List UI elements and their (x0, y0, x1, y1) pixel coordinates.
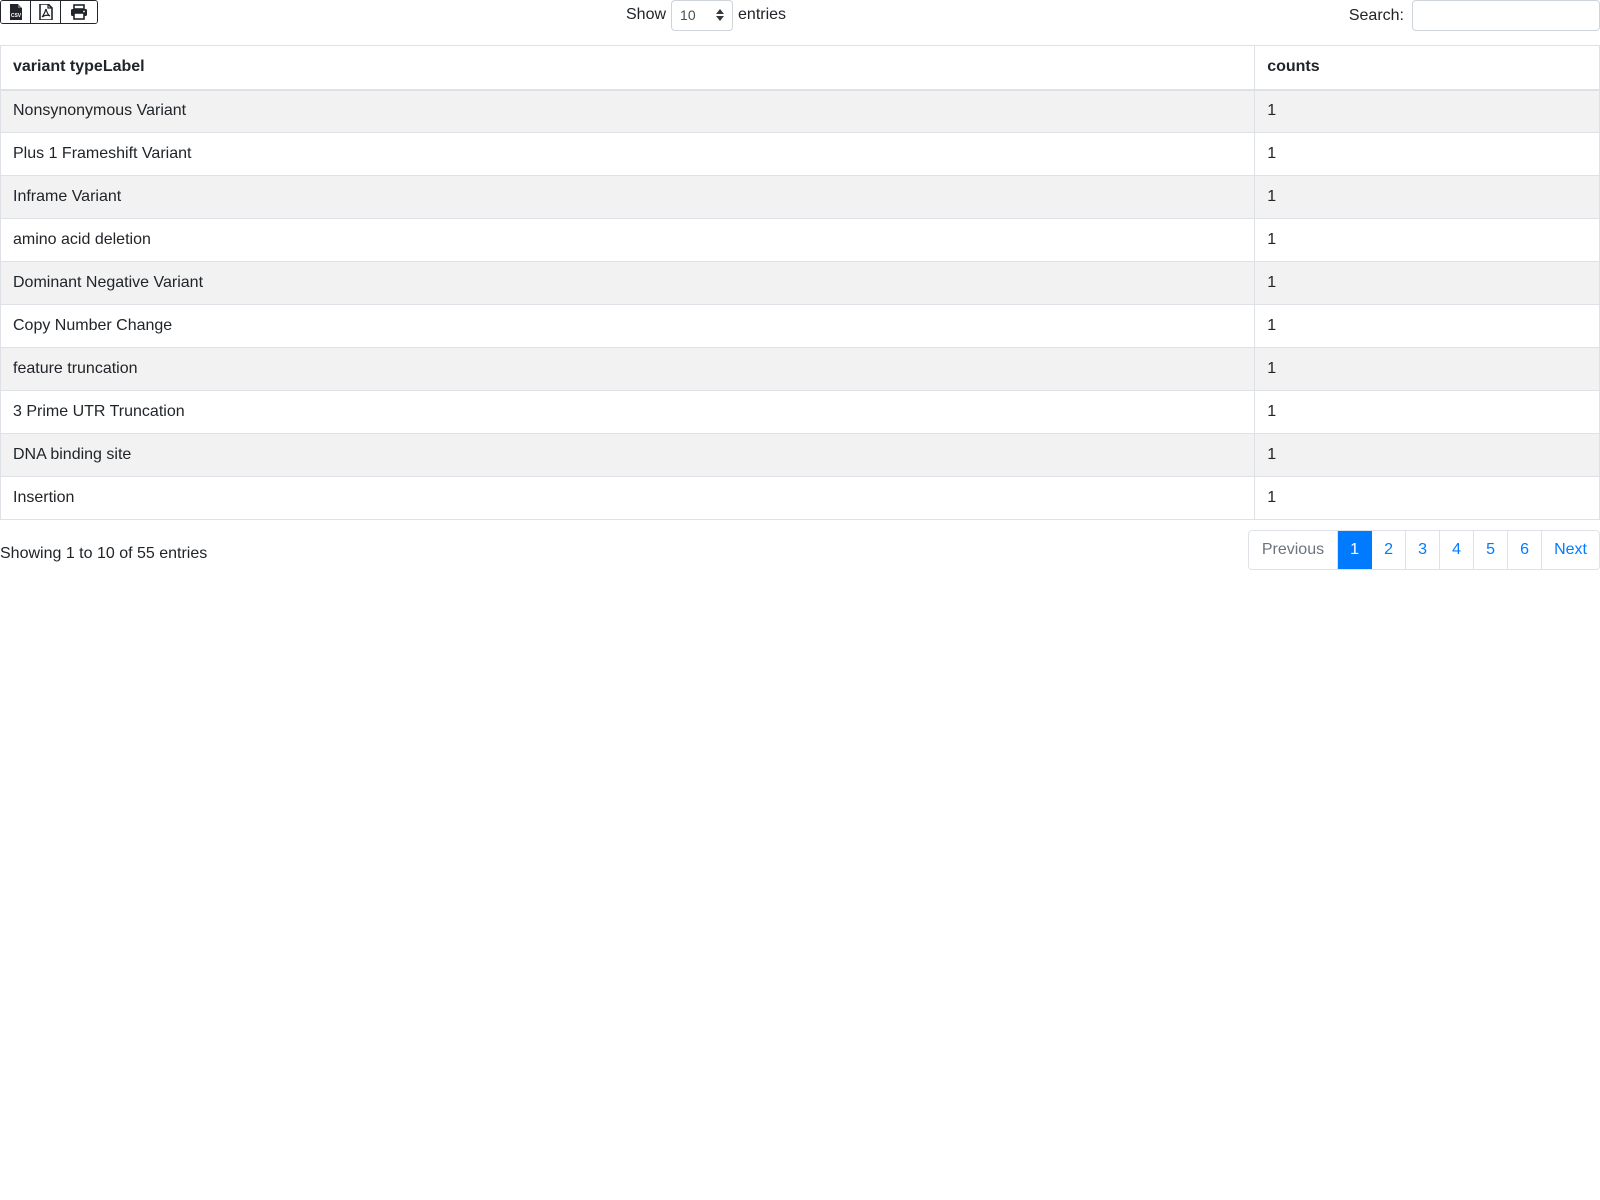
cell-count: 1 (1254, 476, 1600, 520)
table-info: Showing 1 to 10 of 55 entries (0, 545, 208, 562)
cell-variant-type: DNA binding site (0, 433, 1256, 477)
table-header-row: variant typeLabel counts (0, 45, 1600, 91)
cell-variant-type: feature truncation (0, 347, 1256, 391)
cell-count: 1 (1254, 347, 1600, 391)
cell-count: 1 (1254, 218, 1600, 262)
pagination-page-3[interactable]: 3 (1406, 531, 1441, 569)
show-label: Show (626, 6, 667, 23)
table-row: Insertion 1 (0, 476, 1600, 520)
cell-variant-type: 3 Prime UTR Truncation (0, 390, 1256, 434)
select-arrows-icon (716, 9, 725, 21)
pagination: Previous 1 2 3 4 5 6 Next (1247, 530, 1600, 570)
table-row: Plus 1 Frameshift Variant 1 (0, 132, 1600, 176)
cell-variant-type: Nonsynonymous Variant (0, 89, 1256, 133)
print-icon (71, 4, 87, 20)
cell-variant-type: Dominant Negative Variant (0, 261, 1256, 305)
column-header-counts[interactable]: counts (1254, 45, 1600, 91)
table-row: Inframe Variant 1 (0, 175, 1600, 219)
cell-count: 1 (1254, 261, 1600, 305)
pagination-page-1[interactable]: 1 (1338, 531, 1373, 569)
table-row: 3 Prime UTR Truncation 1 (0, 390, 1600, 434)
table-row: Nonsynonymous Variant 1 (0, 89, 1600, 133)
csv-file-icon: CSV (9, 4, 22, 20)
pagination-previous-button[interactable]: Previous (1248, 531, 1339, 569)
cell-count: 1 (1254, 390, 1600, 434)
table-row: amino acid deletion 1 (0, 218, 1600, 262)
pdf-file-icon (38, 4, 53, 20)
search-input[interactable] (1412, 0, 1600, 31)
data-table: variant typeLabel counts Nonsynonymous V… (0, 45, 1600, 520)
page-length-select[interactable]: 10 (671, 0, 734, 31)
pagination-page-2[interactable]: 2 (1372, 531, 1407, 569)
column-header-variant-type-label[interactable]: variant typeLabel (0, 45, 1256, 91)
export-button-group: CSV (0, 0, 98, 24)
csv-badge: CSV (10, 13, 21, 19)
table-row: Dominant Negative Variant 1 (0, 261, 1600, 305)
pagination-next-button[interactable]: Next (1542, 531, 1599, 569)
page-length-value: 10 (680, 7, 696, 23)
pagination-page-6[interactable]: 6 (1508, 531, 1543, 569)
export-pdf-button[interactable] (31, 1, 61, 23)
cell-variant-type: amino acid deletion (0, 218, 1256, 262)
export-csv-button[interactable]: CSV (1, 1, 31, 23)
cell-variant-type: Inframe Variant (0, 175, 1256, 219)
search-control: Search: (1349, 0, 1600, 31)
cell-count: 1 (1254, 304, 1600, 348)
cell-variant-type: Plus 1 Frameshift Variant (0, 132, 1256, 176)
page-length-control: Show 10 entries (626, 0, 787, 31)
pagination-page-5[interactable]: 5 (1474, 531, 1509, 569)
print-button[interactable] (61, 1, 97, 23)
cell-variant-type: Insertion (0, 476, 1256, 520)
entries-label: entries (738, 6, 787, 23)
table-row: DNA binding site 1 (0, 433, 1600, 477)
cell-count: 1 (1254, 89, 1600, 133)
pagination-page-4[interactable]: 4 (1440, 531, 1475, 569)
table-row: Copy Number Change 1 (0, 304, 1600, 348)
cell-count: 1 (1254, 175, 1600, 219)
cell-count: 1 (1254, 433, 1600, 477)
cell-variant-type: Copy Number Change (0, 304, 1256, 348)
table-row: feature truncation 1 (0, 347, 1600, 391)
cell-count: 1 (1254, 132, 1600, 176)
search-label: Search: (1348, 6, 1404, 24)
